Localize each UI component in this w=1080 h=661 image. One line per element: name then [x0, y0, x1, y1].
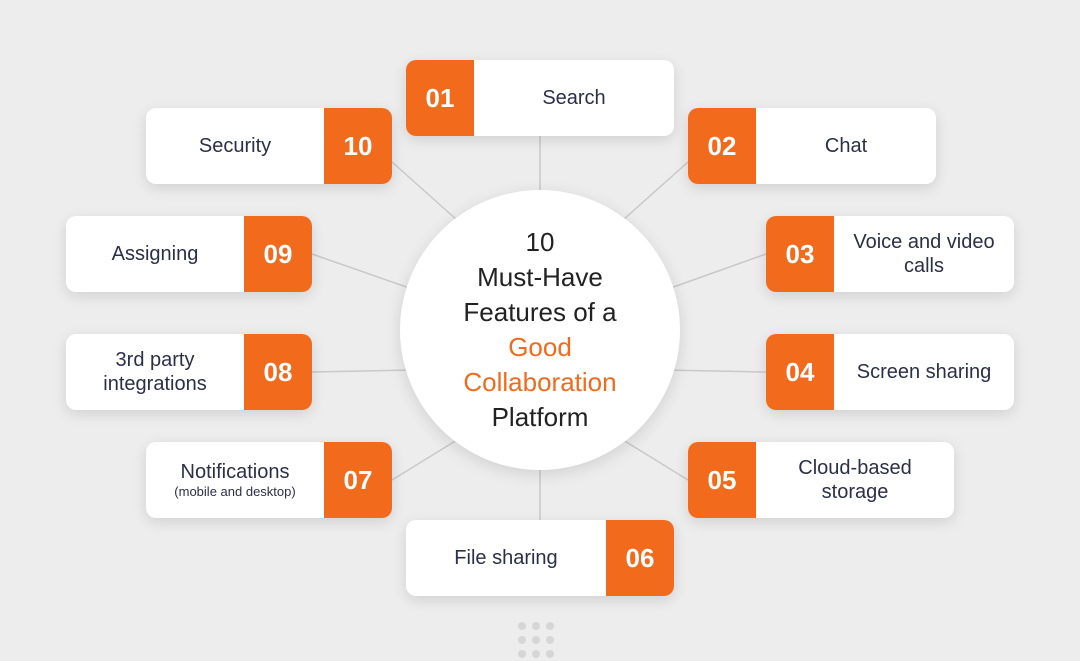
center-line-3a: Features of a [463, 297, 616, 327]
feature-number: 02 [688, 108, 756, 184]
feature-number: 05 [688, 442, 756, 518]
feature-card-06: 06 File sharing [406, 520, 674, 596]
feature-card-07: 07 Notifications (mobile and desktop) [146, 442, 392, 518]
feature-label: Voice and video calls [834, 216, 1014, 292]
feature-number: 09 [244, 216, 312, 292]
center-line-4: Collaboration [463, 367, 616, 397]
feature-label: Assigning [66, 216, 244, 292]
center-line-1: 10 [526, 227, 555, 257]
feature-card-05: 05 Cloud-based storage [688, 442, 954, 518]
feature-card-10: 10 Security [146, 108, 392, 184]
feature-number: 04 [766, 334, 834, 410]
center-line-2: Must-Have [477, 262, 603, 292]
feature-label: Security [146, 108, 324, 184]
feature-number: 06 [606, 520, 674, 596]
feature-label: Search [474, 60, 674, 136]
feature-card-03: 03 Voice and video calls [766, 216, 1014, 292]
feature-number: 10 [324, 108, 392, 184]
feature-number: 03 [766, 216, 834, 292]
feature-number: 08 [244, 334, 312, 410]
feature-card-04: 04 Screen sharing [766, 334, 1014, 410]
center-line-5: Platform [492, 402, 589, 432]
diagram-canvas: 10 Must-Have Features of a Good Collabor… [0, 0, 1080, 661]
feature-label: Notifications (mobile and desktop) [146, 442, 324, 518]
feature-number: 01 [406, 60, 474, 136]
feature-label: Chat [756, 108, 936, 184]
center-title: 10 Must-Have Features of a Good Collabor… [430, 225, 650, 436]
feature-label: File sharing [406, 520, 606, 596]
center-title-circle: 10 Must-Have Features of a Good Collabor… [400, 190, 680, 470]
feature-label: 3rd party integrations [66, 334, 244, 410]
center-line-3b: Good [508, 332, 572, 362]
feature-card-02: 02 Chat [688, 108, 936, 184]
feature-card-09: 09 Assigning [66, 216, 312, 292]
feature-label-main: Notifications [181, 460, 290, 484]
feature-label: Screen sharing [834, 334, 1014, 410]
feature-label: Cloud-based storage [756, 442, 954, 518]
feature-card-01: 01 Search [406, 60, 674, 136]
feature-label-sub: (mobile and desktop) [174, 484, 295, 500]
feature-card-08: 08 3rd party integrations [66, 334, 312, 410]
decorative-dot-grid [518, 622, 554, 658]
feature-number: 07 [324, 442, 392, 518]
